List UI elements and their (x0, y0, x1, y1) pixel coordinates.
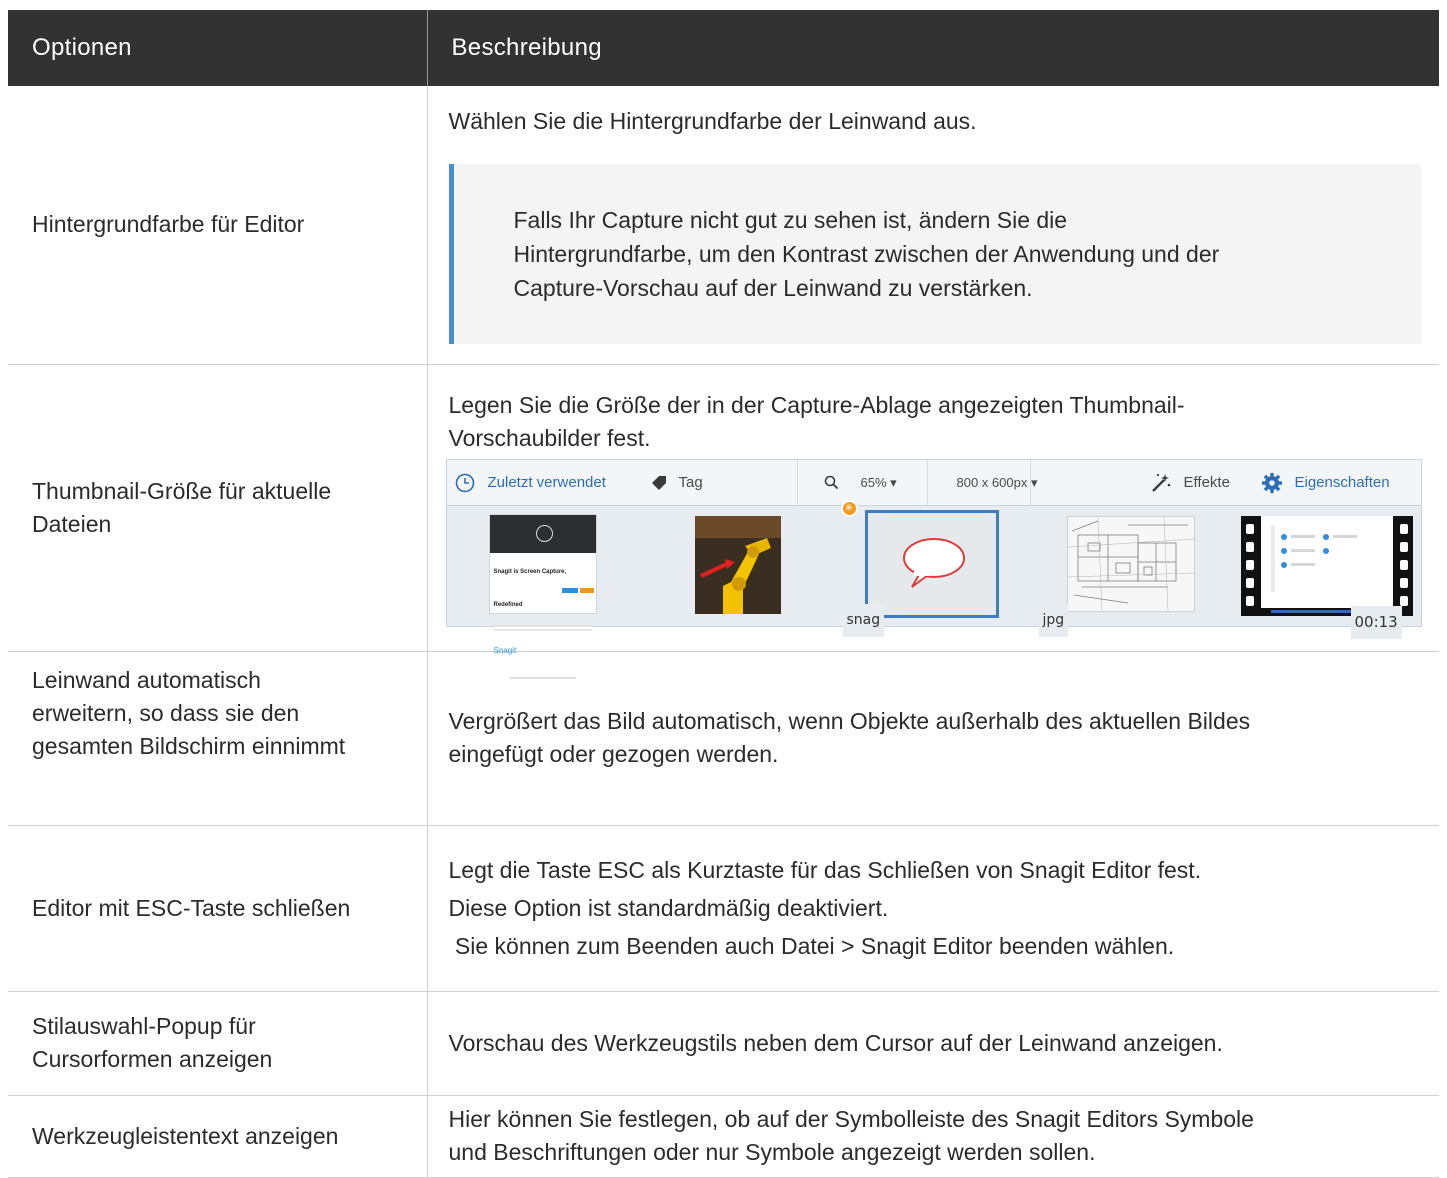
table-row: Editor mit ESC-Taste schließen Legt die … (8, 825, 1439, 992)
thumbnail-label-jpg: jpg (1038, 603, 1069, 637)
clock-icon (455, 460, 475, 506)
description-text: Legen Sie die Größe der in der Capture-A… (448, 391, 1185, 418)
description-text: eingefügt oder gezogen werden. (448, 741, 779, 767)
description-text: Vorschau des Werkzeugstils neben dem Cur… (448, 1029, 1223, 1056)
table-row: Werkzeugleistentext anzeigen Hier können… (8, 1095, 1439, 1178)
search-icon (824, 460, 839, 506)
tag-filter: Tag (678, 473, 703, 491)
header-options: Optionen (8, 10, 427, 86)
option-label: Stilauswahl-Popup für (32, 1013, 256, 1039)
description-text: Hier können Sie festlegen, ob auf der Sy… (448, 1106, 1254, 1132)
thumbnail-robot-photo (694, 515, 781, 614)
option-label: Cursorformen anzeigen (32, 1046, 273, 1072)
thumbnail-label-snag: snag (842, 603, 885, 637)
description-cell: Vergrößert das Bild automatisch, wenn Ob… (427, 651, 1439, 826)
header-description: Beschreibung (426, 10, 1439, 86)
description-cell: Legt die Taste ESC als Kurztaste für das… (427, 825, 1439, 992)
thumbnail-callout-selected (864, 509, 999, 618)
description-text: Sie können zum Beenden auch Datei > Snag… (448, 932, 1175, 959)
new-item-badge-icon: ✳ (840, 499, 858, 517)
option-cell: Stilauswahl-Popup für Cursorformen anzei… (8, 991, 428, 1096)
properties-button: Eigenschaften (1294, 473, 1390, 491)
option-cell: Werkzeugleistentext anzeigen (8, 1095, 428, 1178)
zoom-value: 65% (860, 474, 887, 490)
option-label: erweitern, so dass sie den (32, 699, 300, 726)
magic-wand-icon (1150, 460, 1172, 506)
tag-icon (650, 460, 668, 506)
thumbnail-strip: Snagit is Screen Capture, Redefined Snag… (447, 499, 1421, 679)
option-cell: Leinwand automatisch erweitern, so dass … (8, 651, 428, 826)
note-box: Falls Ihr Capture nicht gut zu sehen ist… (448, 164, 1421, 345)
note-line: Capture-Vorschau auf der Leinwand zu ver… (513, 275, 1033, 302)
table-header-row: Optionen Beschreibung (8, 10, 1439, 86)
size-select: 800 x 600px ▾ (956, 474, 1038, 490)
thumbnail-blueprint (1066, 515, 1195, 612)
option-label: Leinwand automatisch (32, 666, 261, 693)
table-row: Stilauswahl-Popup für Cursorformen anzei… (8, 991, 1439, 1096)
option-cell: Editor mit ESC-Taste schließen (8, 825, 428, 992)
thumbnail-webpage-brand: Snagit (493, 645, 517, 655)
size-value: 800 x 600px (956, 474, 1028, 490)
video-duration: 00:13 (1350, 605, 1402, 639)
option-cell: Hintergrundfarbe für Editor (8, 86, 428, 365)
table-row: Hintergrundfarbe für Editor Wählen Sie d… (8, 86, 1439, 365)
thumbnail-webpage: Snagit is Screen Capture, Redefined Snag… (488, 513, 597, 679)
description-text: Diese Option ist standardmäßig deaktivie… (448, 894, 889, 921)
option-label: Editor mit ESC-Taste schließen (32, 894, 351, 921)
description-text: Legt die Taste ESC als Kurztaste für das… (448, 856, 1202, 883)
description-text: Vorschaubilder fest. (448, 424, 651, 451)
recent-filter: Zuletzt verwendet (487, 473, 606, 491)
option-label: gesamten Bildschirm einnimmt (32, 732, 346, 759)
tray-toolbar: Zuletzt verwendet Tag 65% ▾ 800 x 600px … (446, 459, 1421, 506)
description-text: Wählen Sie die Hintergrundfarbe der Lein… (448, 108, 977, 135)
option-label: Werkzeugleistentext anzeigen (32, 1122, 339, 1149)
capture-tray-preview: Zuletzt verwendet Tag 65% ▾ 800 x 600px … (445, 458, 1422, 679)
description-text: und Beschriftungen oder nur Symbole ange… (448, 1139, 1096, 1165)
option-label: Thumbnail-Größe für aktuelle (32, 477, 332, 504)
note-line: Falls Ihr Capture nicht gut zu sehen ist… (513, 207, 1068, 234)
option-label: Dateien (32, 510, 112, 537)
option-label: Hintergrundfarbe für Editor (32, 211, 305, 238)
option-cell: Thumbnail-Größe für aktuelle Dateien (8, 364, 428, 652)
zoom-select: 65% ▾ (860, 474, 897, 490)
description-cell: Wählen Sie die Hintergrundfarbe der Lein… (427, 86, 1439, 365)
note-line: Hintergrundfarbe, um den Kontrast zwisch… (513, 241, 1220, 268)
table-row: Leinwand automatisch erweitern, so dass … (8, 651, 1439, 826)
description-text: Vergrößert das Bild automatisch, wenn Ob… (448, 708, 1251, 734)
gear-icon (1261, 460, 1283, 506)
effects-button: Effekte (1183, 473, 1230, 491)
description-cell: Vorschau des Werkzeugstils neben dem Cur… (427, 991, 1439, 1096)
description-cell: Hier können Sie festlegen, ob auf der Sy… (427, 1095, 1439, 1178)
options-table: Optionen Beschreibung Hintergrundfarbe f… (8, 10, 1439, 1178)
thumbnail-video (1240, 515, 1413, 616)
table-row: Thumbnail-Größe für aktuelle Dateien Leg… (8, 364, 1439, 679)
description-cell: Legen Sie die Größe der in der Capture-A… (427, 364, 1439, 679)
